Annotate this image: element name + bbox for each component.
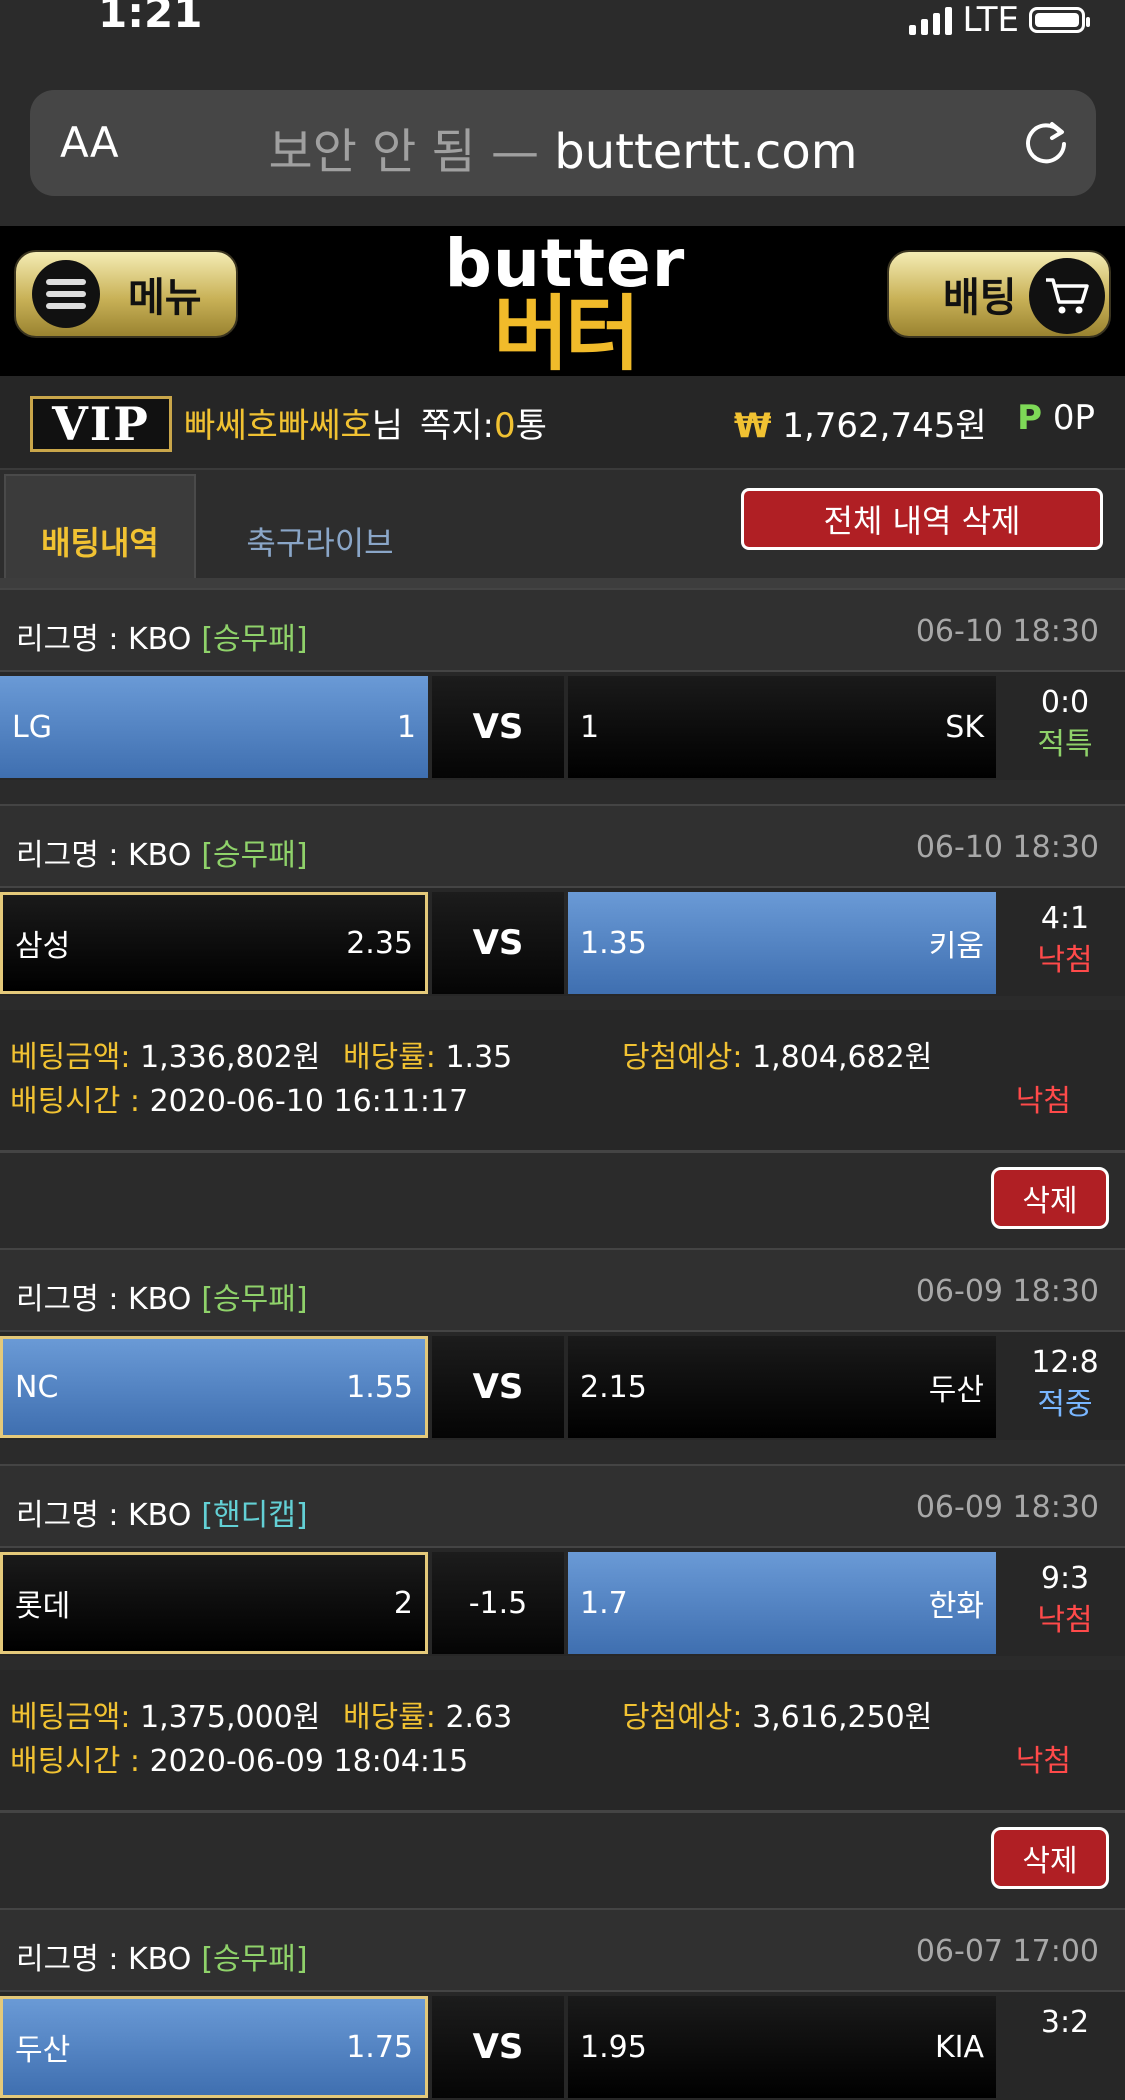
domain-label: buttertt.com [554,124,858,180]
vip-badge: VIP [30,396,172,452]
bet-slip-detail: 베팅금액: 1,375,000원 배당률: 2.63 당첨예상: 3,616,2… [0,1670,1125,1813]
match-row: 두산 1.75 VS 1.95 KIA 3:2 [0,1992,1125,2100]
user-info-bar: VIP 빠쎄호빠쎄호님 쪽지:0통 ₩ 1,762,745원 P 0P [0,376,1125,470]
messages-link[interactable]: 쪽지:0통 [420,398,547,447]
tab-bet-history[interactable]: 배팅내역 [4,474,196,578]
status-time: 1:21 [98,0,203,37]
match-result: 12:8 적중 [1031,1345,1099,1422]
url-display[interactable]: 보안 안 됨 — buttertt.com [30,112,1096,182]
league-row: 리그명 : KBO [승무패] 06-10 18:30 [0,804,1125,888]
match-result: 4:1 낙첨 [1037,901,1093,978]
match-row: LG 1 VS 1 SK 0:0 적특 [0,672,1125,780]
league-row: 리그명 : KBO [핸디캡] 06-09 18:30 [0,1464,1125,1548]
bet-label: 배팅 [943,275,1017,321]
vs-label: VS [432,1996,564,2098]
status-right: LTE [909,0,1090,40]
slip-status: 낙첨 [1015,1084,1071,1119]
menu-label: 메뉴 [128,275,202,321]
vs-label: VS [432,892,564,994]
match-row: NC 1.55 VS 2.15 두산 12:8 적중 [0,1332,1125,1440]
league-row: 리그명 : KBO [승무패] 06-10 18:30 [0,588,1125,672]
delete-row: 삭제 [0,1153,1125,1247]
league-row: 리그명 : KBO [승무패] 06-07 17:00 [0,1908,1125,1992]
bet-button[interactable]: 배팅 [887,250,1111,338]
cart-icon [1029,258,1105,334]
hamburger-icon [32,260,100,328]
away-team-pick[interactable]: 1 SK [568,676,996,778]
match-result: 9:3 낙첨 [1037,1561,1093,1638]
network-label: LTE [962,0,1019,40]
match-row: 롯데 2 -1.5 1.7 한화 9:3 낙첨 [0,1548,1125,1656]
insecure-label: 보안 안 됨 — [268,124,539,180]
status-bar: 1:21 LTE [0,0,1125,40]
username: 빠쎄호빠쎄호님 [184,406,403,446]
vs-label: VS [432,1336,564,1438]
points: P 0P [1017,398,1095,438]
delete-button[interactable]: 삭제 [991,1167,1109,1229]
address-bar[interactable]: AA 보안 안 됨 — buttertt.com [30,90,1096,196]
handicap-label: -1.5 [432,1552,564,1654]
away-team-pick[interactable]: 1.95 KIA [568,1996,996,2098]
logo-text-ko: 버터 [493,287,641,382]
home-team-pick[interactable]: 삼성 2.35 [0,892,428,994]
slip-status: 낙첨 [1015,1744,1071,1779]
signal-icon [909,5,953,35]
delete-row: 삭제 [0,1813,1125,1907]
site-header: 메뉴 butter 버터 배팅 [0,226,1125,376]
home-team-pick[interactable]: 두산 1.75 [0,1996,428,2098]
home-team-pick[interactable]: 롯데 2 [0,1552,428,1654]
balance: ₩ 1,762,745원 [734,406,987,446]
tab-bar: 배팅내역 축구라이브 전체 내역 삭제 [0,470,1125,588]
match-row: 삼성 2.35 VS 1.35 키움 4:1 낙첨 [0,888,1125,996]
home-team-pick[interactable]: LG 1 [0,676,428,778]
match-result: 0:0 적특 [1037,685,1093,762]
site-logo[interactable]: butter 버터 [430,225,700,382]
reload-icon[interactable] [1020,116,1072,168]
delete-all-button[interactable]: 전체 내역 삭제 [741,488,1103,550]
tab-soccer-live[interactable]: 축구라이브 [230,474,410,578]
league-row: 리그명 : KBO [승무패] 06-09 18:30 [0,1248,1125,1332]
match-result: 3:2 [1040,2005,1090,2040]
away-team-pick[interactable]: 2.15 두산 [568,1336,996,1438]
points-icon: P [1017,398,1043,438]
away-team-pick[interactable]: 1.7 한화 [568,1552,996,1654]
home-team-pick[interactable]: NC 1.55 [0,1336,428,1438]
away-team-pick[interactable]: 1.35 키움 [568,892,996,994]
battery-icon [1029,7,1090,33]
vs-label: VS [432,676,564,778]
logo-text-en: butter [444,225,686,302]
delete-button[interactable]: 삭제 [991,1827,1109,1889]
won-icon: ₩ [734,406,772,446]
menu-button[interactable]: 메뉴 [14,250,238,338]
bet-slip-detail: 베팅금액: 1,336,802원 배당률: 1.35 당첨예상: 1,804,6… [0,1010,1125,1153]
